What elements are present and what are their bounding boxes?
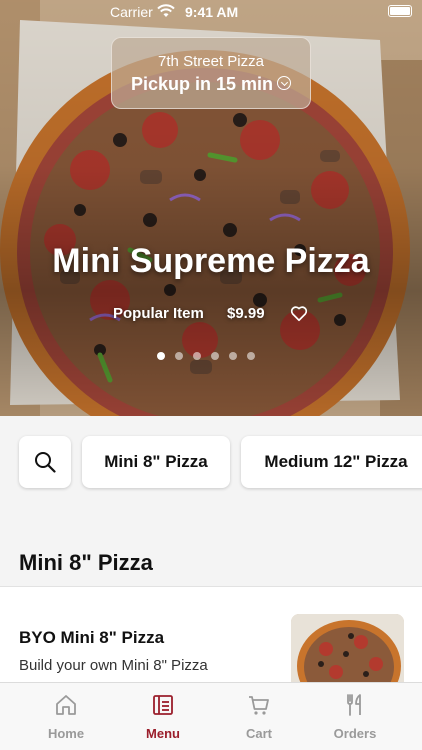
menu-item-description: Build your own Mini 8" Pizza <box>19 657 208 674</box>
carousel-dot[interactable] <box>247 352 255 360</box>
carrier-label: Carrier <box>110 4 153 20</box>
store-name: 7th Street Pizza <box>158 53 264 70</box>
tab-home[interactable]: Home <box>17 683 115 750</box>
store-selector[interactable]: 7th Street Pizza Pickup in 15 min <box>111 37 311 109</box>
status-bar: Carrier 9:41 AM <box>0 0 422 24</box>
carousel-dot[interactable] <box>157 352 165 360</box>
menu-item-photo <box>291 614 404 682</box>
pickup-label: Pickup in 15 min <box>130 74 274 94</box>
heart-icon[interactable] <box>290 305 308 322</box>
chevron-down-icon <box>277 76 292 91</box>
featured-item-price: $9.99 <box>227 305 265 322</box>
carousel-dot[interactable] <box>175 352 183 360</box>
utensils-icon <box>347 694 361 716</box>
tab-menu[interactable]: Menu <box>114 683 212 750</box>
section-title: Mini 8" Pizza <box>19 550 153 575</box>
home-icon <box>56 695 76 715</box>
clock: 9:41 AM <box>185 4 239 20</box>
pickup-time: Pickup in 15 min <box>112 74 310 95</box>
cart-icon <box>249 696 269 715</box>
featured-item-tag: Popular Item <box>113 305 204 322</box>
tab-bar: Home Menu Cart Orders <box>0 682 422 750</box>
carousel-dot[interactable] <box>229 352 237 360</box>
featured-item-hero[interactable]: Carrier 9:41 AM 7th Street Pizza Pickup … <box>0 0 422 416</box>
category-bar: Mini 8" Pizza Medium 12" Pizza <box>0 416 422 508</box>
tab-menu-label: Menu <box>146 726 180 741</box>
search-button[interactable] <box>19 436 71 488</box>
carousel-dot[interactable] <box>211 352 219 360</box>
menu-icon <box>153 695 173 715</box>
search-icon <box>35 452 56 473</box>
tab-cart-label: Cart <box>245 726 272 741</box>
tab-cart[interactable]: Cart <box>210 683 308 750</box>
featured-item-title: Mini Supreme Pizza <box>52 242 370 280</box>
tab-orders-label: Orders <box>333 726 377 741</box>
tab-orders[interactable]: Orders <box>306 683 404 750</box>
menu-item[interactable]: BYO Mini 8" Pizza Build your own Mini 8"… <box>0 587 422 682</box>
menu-item-name: BYO Mini 8" Pizza <box>19 628 165 647</box>
tab-home-label: Home <box>47 726 85 741</box>
category-chip-mini-8[interactable]: Mini 8" Pizza <box>82 436 230 488</box>
battery-icon <box>388 5 412 17</box>
category-chip-medium-12[interactable]: Medium 12" Pizza <box>241 436 422 488</box>
wifi-icon <box>157 4 175 17</box>
carousel-dot[interactable] <box>193 352 201 360</box>
